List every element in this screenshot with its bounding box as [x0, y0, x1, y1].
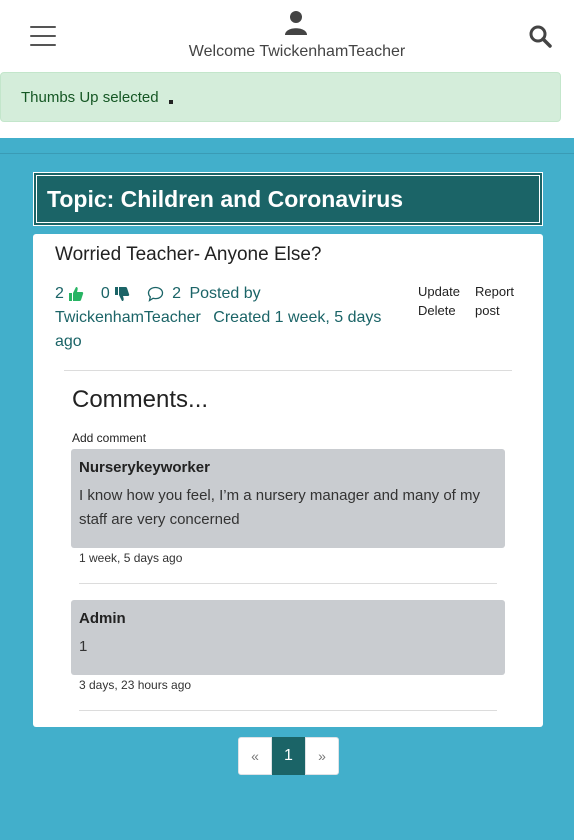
comment-card: Admin 1: [71, 600, 505, 675]
post-title: Worried Teacher- Anyone Else?: [55, 244, 322, 265]
pagination-next-button[interactable]: »: [305, 737, 339, 775]
comment-icon: [147, 286, 163, 302]
like-count: 2: [55, 285, 64, 302]
topic-title: Topic: Children and Coronavirus: [47, 185, 404, 212]
search-icon[interactable]: [528, 24, 552, 48]
add-comment-link[interactable]: Add comment: [72, 431, 146, 445]
alert-close-icon[interactable]: [169, 100, 173, 104]
success-alert: Thumbs Up selected: [0, 72, 561, 122]
divider: [79, 583, 497, 584]
comment-timestamp: 1 week, 5 days ago: [79, 551, 183, 565]
app-header: Welcome TwickenhamTeacher: [0, 0, 574, 72]
post-card: Worried Teacher- Anyone Else? 2 0 2 Post…: [33, 234, 543, 727]
comment-body: I know how you feel, I’m a nursery manag…: [79, 487, 481, 528]
comment-author: Nurserykeyworker: [79, 459, 210, 476]
main-content: Topic: Children and Coronavirus Worried …: [0, 138, 574, 840]
comment-count: 2: [172, 285, 181, 302]
user-icon: [285, 11, 307, 35]
thumbs-down-icon[interactable]: [114, 286, 130, 302]
divider: [79, 710, 497, 711]
dislike-count: 0: [100, 285, 110, 302]
pagination: « 1 »: [238, 737, 339, 775]
comment-author: Admin: [79, 610, 126, 627]
update-link[interactable]: Update: [418, 282, 460, 301]
post-meta: 2 0 2 Posted by TwickenhamTeacher Create…: [55, 282, 390, 354]
divider: [64, 370, 512, 371]
divider: [0, 153, 574, 154]
topic-banner: Topic: Children and Coronavirus: [33, 172, 543, 226]
post-author[interactable]: TwickenhamTeacher: [55, 309, 201, 326]
comment-timestamp: 3 days, 23 hours ago: [79, 678, 192, 692]
posted-by-label: Posted by: [189, 285, 261, 302]
comment-body: 1: [79, 638, 88, 655]
alert-message: Thumbs Up selected: [21, 89, 159, 106]
delete-link[interactable]: Delete: [418, 301, 456, 320]
comments-heading: Comments...: [72, 386, 209, 413]
thumbs-up-icon[interactable]: [68, 286, 84, 302]
report-post-link[interactable]: Report post: [475, 282, 523, 320]
pagination-page-button[interactable]: 1: [272, 737, 305, 775]
pagination-prev-button[interactable]: «: [238, 737, 272, 775]
comment-card: Nurserykeyworker I know how you feel, I’…: [71, 449, 505, 548]
welcome-text: Welcome TwickenhamTeacher: [188, 43, 406, 60]
